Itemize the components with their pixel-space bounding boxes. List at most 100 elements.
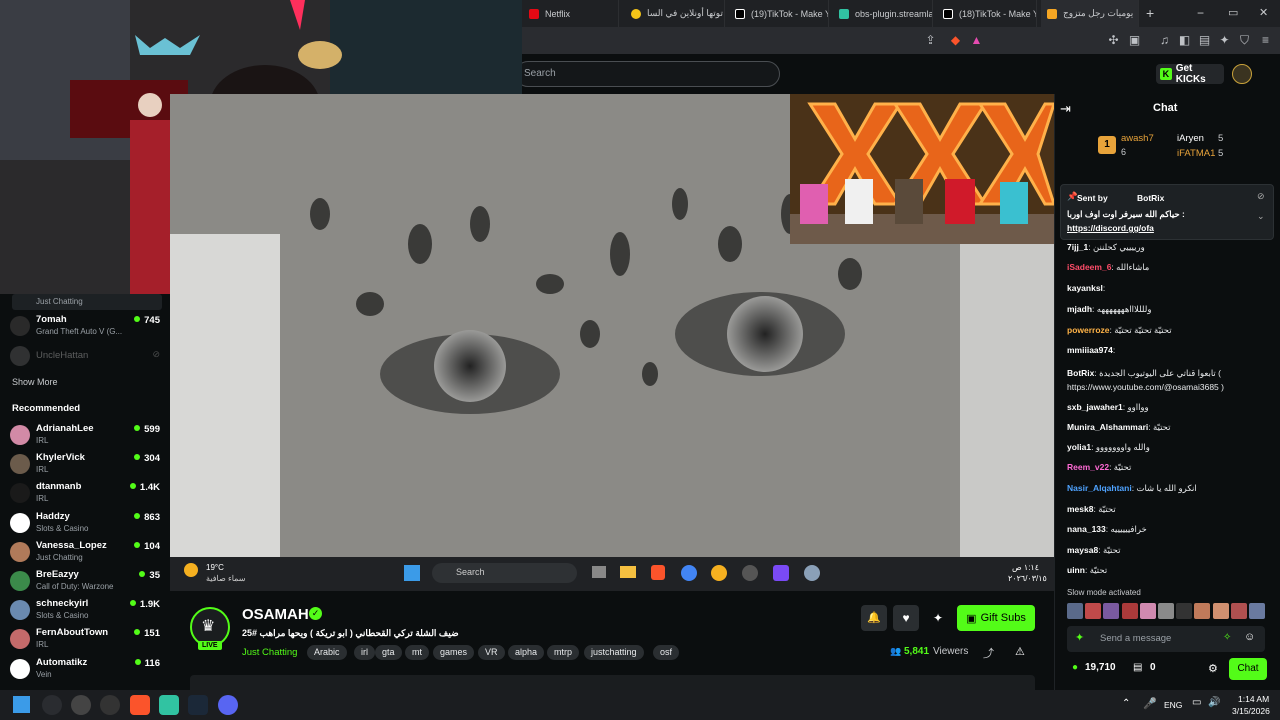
gift-subs-button[interactable]: ▣ Gift Subs xyxy=(957,605,1035,631)
emote-icon[interactable] xyxy=(1158,603,1174,619)
tab-obs-plugin[interactable]: obs-plugin.streamla xyxy=(833,0,933,27)
menu-icon[interactable]: ≡ xyxy=(1259,34,1272,47)
tab-arabic-1[interactable]: توتها أونلاين في السا xyxy=(625,0,725,27)
wallet2-icon[interactable]: ▤ xyxy=(1198,34,1211,47)
chat-username[interactable]: maysa8 xyxy=(1067,545,1098,555)
mic-icon[interactable]: 🎤 xyxy=(1143,697,1157,710)
chevron-down-icon[interactable]: ⌄ xyxy=(1257,211,1265,222)
chat-username[interactable]: uinn xyxy=(1067,565,1085,575)
emote-icon[interactable] xyxy=(1121,603,1138,619)
leaderboard-user[interactable]: iAryen xyxy=(1177,133,1204,144)
tag-pill[interactable]: osf xyxy=(653,645,680,660)
collapse-chat-icon[interactable]: ⇥ xyxy=(1060,101,1071,117)
get-kicks-button[interactable]: K Get KICKs xyxy=(1156,63,1224,85)
tag-pill[interactable]: justchatting xyxy=(584,645,644,660)
tab-tiktok-2[interactable]: (18)TikTok - Make Y xyxy=(937,0,1037,27)
chat-username[interactable]: BotRix xyxy=(1067,368,1094,378)
app-icon[interactable] xyxy=(100,695,120,715)
leaderboard-user[interactable]: iFATMA1 xyxy=(1177,148,1215,159)
send-chat-button[interactable]: Chat xyxy=(1229,658,1267,680)
sidebar-item-dtanmanb[interactable]: dtanmanb IRL 1.4K xyxy=(10,480,160,508)
extensions-icon[interactable]: ✣ xyxy=(1107,34,1120,47)
sidebar-item-haddzy[interactable]: Haddzy Slots & Casino 863 xyxy=(10,510,160,538)
streamer-name[interactable]: OSAMAH xyxy=(242,606,309,623)
chat-username[interactable]: mesk8 xyxy=(1067,504,1093,514)
report-icon[interactable]: ⚠ xyxy=(1015,645,1025,658)
emote-icon[interactable] xyxy=(1212,603,1229,619)
emoji-icon[interactable]: ☺ xyxy=(1244,631,1255,643)
chat-username[interactable]: Nasir_Alqahtani xyxy=(1067,483,1132,493)
stream-category[interactable]: Just Chatting xyxy=(242,647,297,658)
chat-username[interactable]: yolia1 xyxy=(1067,442,1091,452)
emote-icon[interactable] xyxy=(1067,603,1083,619)
sidebar-item-breeazyy[interactable]: BreEazyy Call of Duty: Warzone 35 xyxy=(10,568,160,596)
emote-icon[interactable] xyxy=(1176,603,1193,619)
leo-icon[interactable]: ✦ xyxy=(1218,34,1231,47)
sidebar-item-automatikz[interactable]: Automatikz Vein 116 xyxy=(10,656,160,684)
user-avatar[interactable] xyxy=(1232,64,1252,84)
tag-pill[interactable]: Arabic xyxy=(307,645,347,660)
chevron-up-icon[interactable]: ⌃ xyxy=(1122,698,1130,709)
tag-pill[interactable]: gta xyxy=(375,645,402,660)
minimize-button[interactable]: − xyxy=(1197,6,1204,20)
emote-icon[interactable] xyxy=(1103,603,1120,619)
close-window-button[interactable]: ✕ xyxy=(1259,6,1268,19)
brave-icon[interactable] xyxy=(130,695,150,715)
clock-time[interactable]: 1:14 AM xyxy=(1238,694,1269,704)
chat-username[interactable]: sxb_jawaher1 xyxy=(1067,402,1123,412)
show-more-link[interactable]: Show More xyxy=(12,377,58,387)
sidebar-top-item[interactable]: Just Chatting xyxy=(12,294,162,310)
sidebar-item-fernabouttown[interactable]: FernAboutTown IRL 151 xyxy=(10,626,160,654)
chat-username[interactable]: iSadeem_6 xyxy=(1067,262,1111,272)
emote-icon[interactable] xyxy=(1249,603,1265,619)
chat-username[interactable]: nana_133 xyxy=(1067,524,1106,534)
network-icon[interactable]: ▭ xyxy=(1192,697,1201,708)
sidebar-icon[interactable]: ◧ xyxy=(1178,34,1191,47)
chat-username[interactable]: kayanksl xyxy=(1067,283,1103,293)
wallet-icon[interactable]: ▣ xyxy=(1128,34,1141,47)
tag-pill[interactable]: mtrp xyxy=(547,645,579,660)
gear-icon[interactable]: ⚙ xyxy=(1208,662,1218,675)
brave-rewards-icon[interactable]: ▲ xyxy=(970,34,983,47)
sidebar-item-schneckyirl[interactable]: schneckyirl Slots & Casino 1.9K xyxy=(10,597,160,625)
share-icon[interactable]: ⤴ xyxy=(983,645,994,661)
volume-icon[interactable]: 🔊 xyxy=(1208,697,1220,708)
sidebar-item-adrianahlee[interactable]: AdrianahLee IRL 599 xyxy=(10,422,160,450)
emote-icon[interactable] xyxy=(1085,603,1102,619)
maximize-button[interactable]: ▭ xyxy=(1228,6,1238,19)
sidebar-item-7omah[interactable]: 7omah Grand Theft Auto V (G... 745 xyxy=(10,313,160,341)
brave-shield-icon[interactable]: ◆ xyxy=(949,34,962,47)
tag-pill[interactable]: irl xyxy=(354,645,375,660)
chat-input[interactable]: ✦ Send a message ✧ ☺ xyxy=(1067,626,1265,652)
tab-tiktok-1[interactable]: (19)TikTok - Make Y xyxy=(729,0,829,27)
chat-username[interactable]: Reem_v22 xyxy=(1067,462,1109,472)
bell-icon[interactable]: 🔔 xyxy=(861,605,887,631)
media-icon[interactable]: ♫ xyxy=(1158,34,1171,47)
language-indicator[interactable]: ENG xyxy=(1164,700,1182,710)
tag-pill[interactable]: VR xyxy=(478,645,505,660)
chat-username[interactable]: mjadh xyxy=(1067,304,1092,314)
app-icon[interactable] xyxy=(71,695,91,715)
clock-date[interactable]: 3/15/2026 xyxy=(1232,706,1270,716)
vpn-icon[interactable]: ⛉ xyxy=(1238,34,1251,47)
pinned-link[interactable]: https://discord.gg/ofa xyxy=(1067,223,1154,233)
app-icon[interactable] xyxy=(159,695,179,715)
sidebar-item-unclehattan[interactable]: UncleHattan ⊘ xyxy=(10,345,160,373)
chat-username[interactable]: Munira_Alshammari xyxy=(1067,422,1148,432)
emote-icon[interactable] xyxy=(1139,603,1156,619)
heart-icon[interactable]: ♥ xyxy=(893,605,919,631)
sparkle-icon[interactable]: ✦ xyxy=(925,605,951,631)
chat-username[interactable]: powerroze xyxy=(1067,325,1110,335)
emote-icon[interactable] xyxy=(1194,603,1211,619)
tag-pill[interactable]: games xyxy=(433,645,475,660)
windows-start-icon[interactable] xyxy=(13,696,30,713)
emote-icon[interactable]: ✧ xyxy=(1223,632,1231,643)
steam-icon[interactable] xyxy=(188,695,208,715)
tag-pill[interactable]: alpha xyxy=(508,645,545,660)
tab-arabic-2[interactable]: يوميات رجل متزوج xyxy=(1041,0,1139,27)
sidebar-item-vanessa_lopez[interactable]: Vanessa_Lopez Just Chatting 104 xyxy=(10,539,160,567)
search-input[interactable]: Search xyxy=(515,61,780,87)
tab-netflix[interactable]: Netflix xyxy=(523,0,619,27)
leaderboard-user[interactable]: awash7 xyxy=(1121,133,1154,144)
emote-icon[interactable] xyxy=(1230,603,1247,619)
